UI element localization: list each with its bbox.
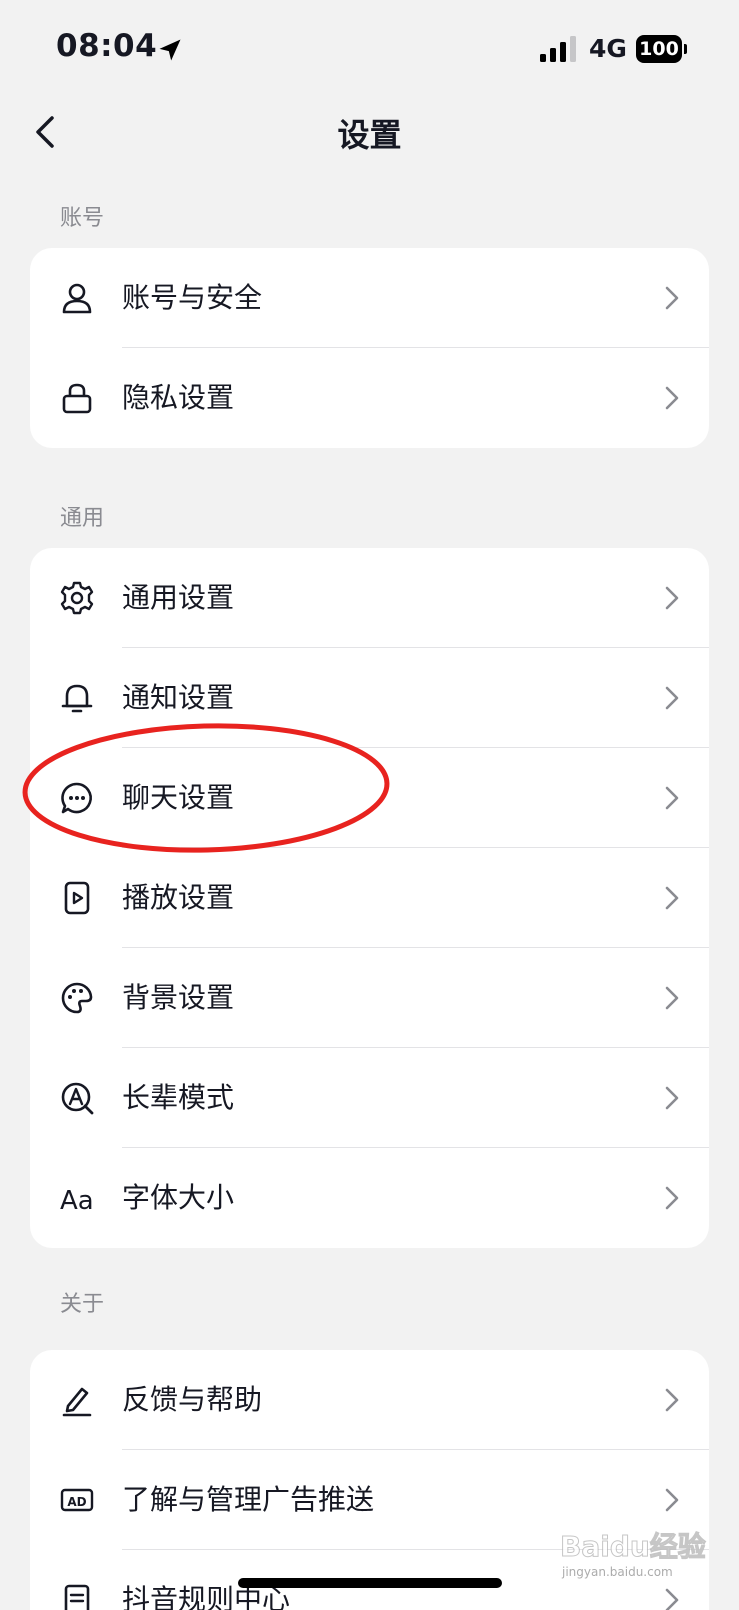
palette-icon bbox=[61, 982, 93, 1014]
nav-bar: 设置 bbox=[0, 96, 739, 168]
section-header-about: 关于 bbox=[60, 1292, 105, 1317]
settings-row-label: 聊天设置 bbox=[122, 781, 235, 814]
chevron-right-icon bbox=[665, 1086, 679, 1110]
chevron-right-icon bbox=[665, 286, 679, 310]
settings-row-label: 长辈模式 bbox=[122, 1081, 235, 1114]
battery-icon: 100 bbox=[636, 35, 687, 63]
document-icon bbox=[64, 1584, 90, 1610]
settings-row-label: 隐私设置 bbox=[122, 381, 235, 414]
settings-row-account-security[interactable]: 账号与安全 bbox=[30, 248, 709, 348]
settings-row-notification[interactable]: 通知设置 bbox=[30, 648, 709, 748]
card-general: 通用设置 通知设置 聊天设置 播放设置 背景设置 长辈模式 Aa 字体大小 bbox=[30, 548, 709, 1248]
elder-mode-icon bbox=[61, 1082, 94, 1115]
ad-icon: AD bbox=[60, 1488, 94, 1512]
baidu-watermark: Baidu经验 jingyan.baidu.com bbox=[560, 1522, 730, 1582]
font-size-icon: Aa bbox=[60, 1186, 94, 1215]
bell-icon bbox=[61, 684, 93, 713]
settings-row-label: 播放设置 bbox=[122, 881, 235, 914]
settings-row-background[interactable]: 背景设置 bbox=[30, 948, 709, 1048]
network-type: 4G bbox=[589, 34, 627, 63]
chevron-right-icon bbox=[665, 886, 679, 910]
settings-row-label: 反馈与帮助 bbox=[122, 1383, 263, 1416]
settings-row-chat[interactable]: 聊天设置 bbox=[30, 748, 709, 848]
chevron-right-icon bbox=[665, 1488, 679, 1512]
settings-row-feedback[interactable]: 反馈与帮助 bbox=[30, 1350, 709, 1450]
chevron-right-icon bbox=[665, 1388, 679, 1412]
svg-text:AD: AD bbox=[67, 1495, 86, 1509]
settings-row-general[interactable]: 通用设置 bbox=[30, 548, 709, 648]
chevron-right-icon bbox=[665, 686, 679, 710]
user-icon bbox=[62, 283, 92, 314]
chat-bubble-icon bbox=[61, 782, 92, 814]
chevron-right-icon bbox=[665, 986, 679, 1010]
settings-row-label: 背景设置 bbox=[122, 981, 235, 1014]
page-title: 设置 bbox=[337, 116, 402, 154]
settings-row-label: 通用设置 bbox=[122, 581, 235, 614]
settings-row-label: 通知设置 bbox=[122, 681, 235, 714]
gear-icon bbox=[60, 581, 94, 615]
settings-row-label: 了解与管理广告推送 bbox=[122, 1483, 375, 1516]
card-account: 账号与安全 隐私设置 bbox=[30, 248, 709, 448]
signal-icon bbox=[540, 36, 576, 62]
chevron-right-icon bbox=[665, 386, 679, 410]
chevron-right-icon bbox=[665, 586, 679, 610]
location-arrow-icon bbox=[159, 39, 181, 61]
battery-level: 100 bbox=[639, 38, 679, 60]
settings-row-playback[interactable]: 播放设置 bbox=[30, 848, 709, 948]
home-indicator[interactable] bbox=[238, 1578, 502, 1588]
svg-text:Baidu经验: Baidu经验 bbox=[560, 1530, 706, 1563]
settings-row-elder-mode[interactable]: 长辈模式 bbox=[30, 1048, 709, 1148]
svg-text:jingyan.baidu.com: jingyan.baidu.com bbox=[561, 1565, 673, 1579]
chevron-right-icon bbox=[665, 786, 679, 810]
chevron-right-icon bbox=[665, 1186, 679, 1210]
settings-row-privacy[interactable]: 隐私设置 bbox=[30, 348, 709, 448]
settings-row-label: 账号与安全 bbox=[122, 281, 263, 314]
settings-row-font-size[interactable]: Aa 字体大小 bbox=[30, 1148, 709, 1248]
lock-icon bbox=[62, 383, 92, 414]
play-icon bbox=[64, 881, 90, 915]
status-bar: 08:04 4G 100 bbox=[0, 0, 739, 96]
section-header-account: 账号 bbox=[60, 206, 105, 231]
section-header-general: 通用 bbox=[60, 506, 105, 531]
status-time: 08:04 bbox=[56, 28, 158, 64]
chevron-right-icon bbox=[665, 1588, 679, 1610]
edit-icon bbox=[62, 1387, 92, 1417]
svg-text:Aa: Aa bbox=[60, 1186, 94, 1215]
settings-row-label: 字体大小 bbox=[122, 1181, 235, 1214]
